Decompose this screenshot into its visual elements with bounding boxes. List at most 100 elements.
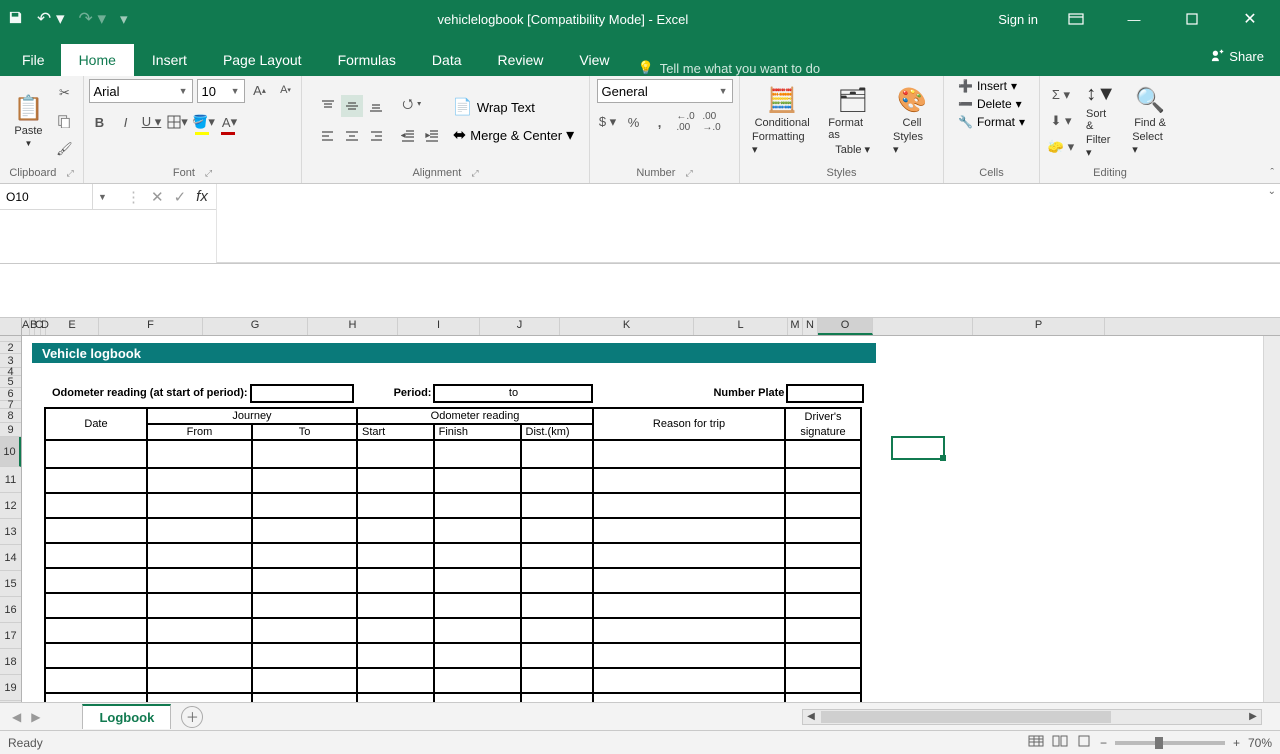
table-cell[interactable] (252, 518, 357, 543)
table-row[interactable] (45, 568, 861, 593)
table-cell[interactable] (521, 440, 593, 468)
decrease-decimal-icon[interactable]: .00→.0 (701, 111, 723, 133)
undo-icon[interactable]: ↶ ▾ (37, 9, 65, 29)
save-icon[interactable] (8, 10, 23, 29)
tab-page-layout[interactable]: Page Layout (205, 44, 320, 76)
wrap-text-button[interactable]: 📄Wrap Text (453, 97, 574, 117)
plate-input[interactable] (786, 384, 864, 403)
column-header[interactable]: I (398, 318, 480, 335)
qat-menu-icon[interactable]: ▾ (120, 10, 128, 28)
align-top-icon[interactable] (317, 95, 339, 117)
table-cell[interactable] (434, 693, 521, 702)
tell-me-search[interactable]: 💡 Tell me what you want to do (628, 60, 831, 76)
table-cell[interactable] (45, 593, 147, 618)
column-header[interactable]: G (203, 318, 308, 335)
column-header[interactable]: K (560, 318, 694, 335)
table-cell[interactable] (434, 518, 521, 543)
tab-insert[interactable]: Insert (134, 44, 205, 76)
table-cell[interactable] (593, 568, 785, 593)
table-cell[interactable] (45, 643, 147, 668)
table-row[interactable] (45, 493, 861, 518)
copy-icon[interactable] (53, 110, 75, 132)
table-cell[interactable] (252, 568, 357, 593)
row-header[interactable]: 11 (0, 467, 21, 493)
table-cell[interactable] (147, 493, 252, 518)
table-cell[interactable] (521, 668, 593, 693)
table-cell[interactable] (357, 593, 434, 618)
table-cell[interactable] (434, 568, 521, 593)
align-center-icon[interactable] (341, 125, 363, 147)
table-cell[interactable] (434, 593, 521, 618)
sort-filter-button[interactable]: ↕▼Sort &Filter ▾ (1080, 81, 1122, 161)
underline-icon[interactable]: U ▾ (141, 111, 163, 133)
bold-icon[interactable]: B (89, 111, 111, 133)
table-cell[interactable] (434, 468, 521, 493)
table-cell[interactable] (147, 693, 252, 702)
table-cell[interactable] (785, 493, 861, 518)
column-header[interactable]: M (788, 318, 803, 335)
column-header[interactable]: O (818, 318, 873, 335)
table-cell[interactable] (593, 468, 785, 493)
table-cell[interactable] (147, 468, 252, 493)
table-cell[interactable] (357, 440, 434, 468)
table-cell[interactable] (45, 440, 147, 468)
table-cell[interactable] (434, 618, 521, 643)
tab-formulas[interactable]: Formulas (320, 44, 414, 76)
table-cell[interactable] (434, 440, 521, 468)
table-cell[interactable] (785, 518, 861, 543)
row-header[interactable]: 8 (0, 409, 21, 423)
italic-icon[interactable]: I (115, 111, 137, 133)
table-cell[interactable] (521, 568, 593, 593)
table-cell[interactable] (357, 493, 434, 518)
table-cell[interactable] (252, 668, 357, 693)
row-header[interactable]: 13 (0, 519, 21, 545)
table-cell[interactable] (147, 568, 252, 593)
merge-center-button[interactable]: ⬌Merge & Center ▾ (453, 125, 574, 145)
table-cell[interactable] (593, 693, 785, 702)
table-cell[interactable] (521, 593, 593, 618)
table-cell[interactable] (357, 543, 434, 568)
column-header[interactable]: L (694, 318, 788, 335)
delete-cells-button[interactable]: ➖Delete ▾ (958, 97, 1022, 111)
table-cell[interactable] (593, 668, 785, 693)
table-cell[interactable] (521, 693, 593, 702)
table-cell[interactable] (252, 643, 357, 668)
tab-view[interactable]: View (561, 44, 627, 76)
row-header[interactable]: 4 (0, 368, 21, 376)
table-row[interactable] (45, 518, 861, 543)
table-cell[interactable] (521, 518, 593, 543)
table-cell[interactable] (785, 440, 861, 468)
row-header[interactable]: 12 (0, 493, 21, 519)
chevron-down-icon[interactable]: ▼ (92, 184, 112, 209)
align-bottom-icon[interactable] (365, 95, 387, 117)
table-cell[interactable] (357, 693, 434, 702)
table-cell[interactable] (434, 493, 521, 518)
maximize-icon[interactable] (1172, 0, 1212, 38)
table-cell[interactable] (593, 440, 785, 468)
table-row[interactable] (45, 468, 861, 493)
align-left-icon[interactable] (317, 125, 339, 147)
view-page-layout-icon[interactable] (1052, 735, 1068, 750)
table-cell[interactable] (357, 618, 434, 643)
table-cell[interactable] (252, 618, 357, 643)
formula-input[interactable]: ⌄ (216, 184, 1280, 263)
table-cell[interactable] (785, 468, 861, 493)
table-cell[interactable] (357, 568, 434, 593)
table-cell[interactable] (252, 543, 357, 568)
next-sheet-icon[interactable]: ▶ (31, 710, 40, 724)
insert-cells-button[interactable]: ➕Insert ▾ (958, 79, 1017, 93)
zoom-out-icon[interactable]: − (1100, 736, 1107, 750)
column-header[interactable]: A (22, 318, 30, 335)
table-cell[interactable] (785, 618, 861, 643)
tab-home[interactable]: Home (61, 44, 134, 76)
table-cell[interactable] (785, 693, 861, 702)
table-cell[interactable] (252, 440, 357, 468)
table-cell[interactable] (45, 693, 147, 702)
row-header[interactable]: 9 (0, 423, 21, 437)
orientation-icon[interactable]: ⭯ ▾ (397, 95, 427, 117)
table-row[interactable] (45, 668, 861, 693)
borders-icon[interactable]: ▾ (167, 111, 189, 133)
dialog-launcher-icon[interactable]: ⤢ (205, 168, 212, 179)
font-family-combo[interactable]: Arial▼ (89, 79, 193, 103)
scroll-left-icon[interactable]: ◀ (803, 711, 819, 722)
